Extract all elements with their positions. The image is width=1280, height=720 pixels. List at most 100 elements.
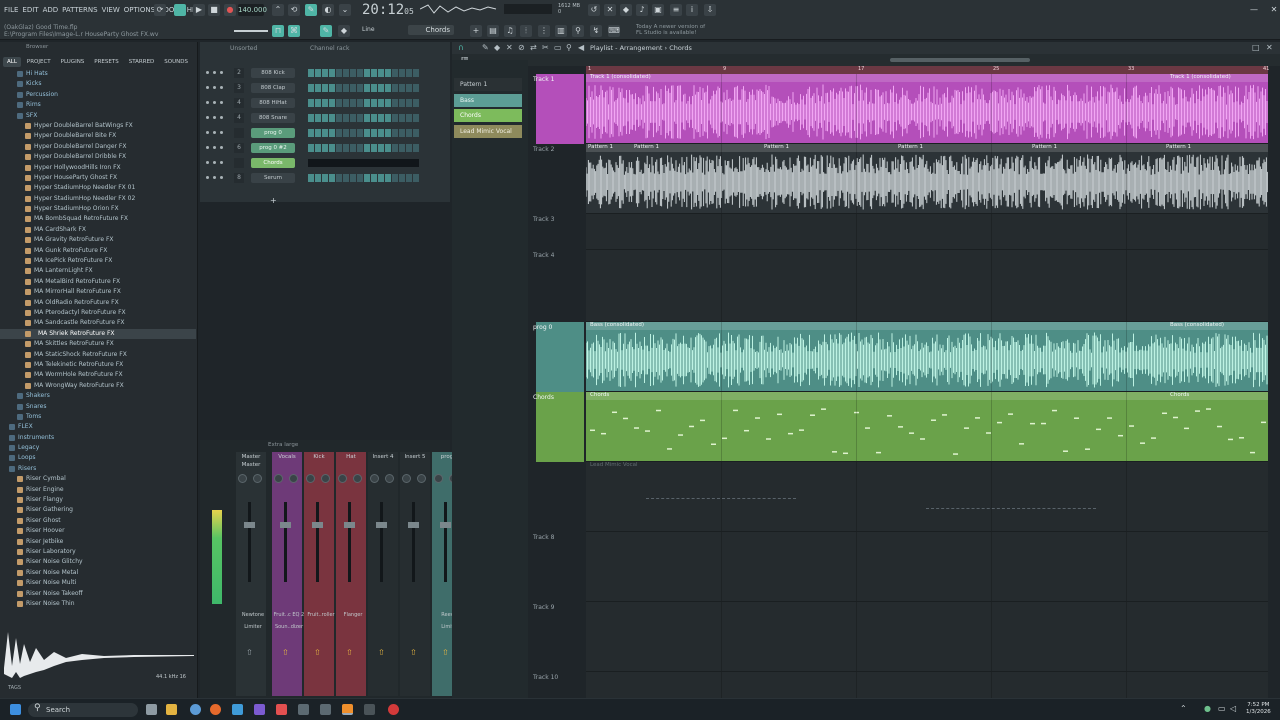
step-button[interactable] [336, 159, 342, 167]
pattern-item[interactable]: Chords [454, 109, 522, 122]
browser-file[interactable]: MA OldRadio RetroFuture FX [0, 298, 196, 308]
channel-toggle-icon[interactable] [220, 101, 223, 104]
step-button[interactable] [308, 114, 314, 122]
step-button[interactable] [343, 114, 349, 122]
channel-toggle-icon[interactable] [206, 176, 209, 179]
track-header[interactable]: Track 9 [533, 604, 583, 611]
browser-folder[interactable]: Instruments [0, 433, 196, 443]
step-button[interactable] [329, 129, 335, 137]
track-header[interactable]: Track 3 [533, 216, 583, 223]
menu-options[interactable]: OPTIONS [124, 6, 155, 14]
app-icon-3[interactable] [276, 704, 287, 715]
step-button[interactable] [378, 174, 384, 182]
browser-file[interactable]: Riser Noise Multi [0, 578, 196, 588]
volume-fader[interactable] [444, 502, 447, 582]
browser-tab-plugins[interactable]: PLUGINS [57, 57, 89, 67]
step-button[interactable] [336, 114, 342, 122]
browser-file[interactable]: MA MirrorHall RetroFuture FX [0, 287, 196, 297]
app-icon-1[interactable] [232, 704, 243, 715]
browser-file[interactable]: Riser Noise Metal [0, 568, 196, 578]
browser-tab-project[interactable]: PROJECT [23, 57, 55, 67]
fl-studio-icon[interactable] [342, 704, 353, 715]
step-button[interactable] [399, 159, 405, 167]
route-arrow-icon[interactable]: ⇧ [442, 648, 449, 657]
step-button[interactable] [392, 174, 398, 182]
channel-toggle-icon[interactable] [220, 131, 223, 134]
step-button[interactable] [357, 174, 363, 182]
step-button[interactable] [322, 144, 328, 152]
step-button[interactable] [371, 174, 377, 182]
pattern-selector[interactable]: Chords [408, 25, 454, 35]
step-button[interactable] [308, 129, 314, 137]
step-button[interactable] [406, 84, 412, 92]
step-button[interactable] [406, 114, 412, 122]
step-button[interactable] [371, 129, 377, 137]
plus-icon[interactable]: + [470, 25, 482, 37]
save-icon[interactable]: ▣ [652, 4, 664, 16]
browser-folder[interactable]: Hi Hats [0, 69, 196, 79]
track-header-color[interactable] [536, 392, 584, 462]
channel-mixer-track[interactable]: 4 [234, 98, 244, 108]
browser-file[interactable]: Riser Laboratory [0, 547, 196, 557]
track-header-color[interactable] [536, 74, 584, 144]
step-button[interactable] [322, 129, 328, 137]
browser-file[interactable]: MA Sandcastle RetroFuture FX [0, 318, 196, 328]
browser-file[interactable]: Hyper DoubleBarrel BatWings FX [0, 121, 196, 131]
route-arrow-icon[interactable]: ⇧ [282, 648, 289, 657]
browser-folder[interactable]: Percussion [0, 90, 196, 100]
step-button[interactable] [336, 144, 342, 152]
step-button[interactable] [315, 84, 321, 92]
clip-label[interactable]: Pattern 1 [1166, 144, 1191, 150]
browser-folder[interactable]: Shakers [0, 391, 196, 401]
step-button[interactable] [308, 69, 314, 77]
step-button[interactable] [343, 69, 349, 77]
snap-magnet-icon[interactable]: ⊓ [272, 25, 284, 37]
step-button[interactable] [413, 114, 419, 122]
tray-chevron-icon[interactable]: ⌃ [1180, 704, 1187, 713]
track-header[interactable]: Track 1 [533, 76, 583, 83]
channel-toggle-icon[interactable] [213, 116, 216, 119]
step-button[interactable] [413, 174, 419, 182]
browser-folder[interactable]: SFX [0, 111, 196, 121]
step-button[interactable] [364, 144, 370, 152]
pattern-item[interactable]: Bass [454, 93, 522, 107]
plugin-db-icon[interactable]: ⚲ [572, 25, 584, 37]
clip-label[interactable]: Pattern 1 [634, 144, 659, 150]
browser-file[interactable]: Hyper DoubleBarrel Bite FX [0, 131, 196, 141]
volume-icon[interactable]: ◁ [1230, 704, 1236, 713]
volume-fader[interactable] [248, 502, 251, 582]
step-button[interactable] [399, 84, 405, 92]
track-lane[interactable]: Chords Chords [586, 392, 1268, 462]
browser-file[interactable]: Hyper DoubleBarrel Danger FX [0, 142, 196, 152]
step-button[interactable] [308, 144, 314, 152]
network-icon[interactable]: ▭ [1218, 704, 1226, 713]
browser-folder[interactable]: Risers [0, 464, 196, 474]
step-button[interactable] [392, 69, 398, 77]
channel-toggle-icon[interactable] [213, 176, 216, 179]
channel-row[interactable]: 8 Serum [200, 171, 450, 185]
step-button[interactable] [322, 174, 328, 182]
mute-icon[interactable]: ⊘ [518, 43, 525, 52]
stereo-knob[interactable] [385, 474, 394, 483]
app-icon-6[interactable] [388, 704, 399, 715]
step-button[interactable] [308, 99, 314, 107]
mixer-strip[interactable]: Insert 5 ⇧ [400, 452, 430, 696]
minimize-icon[interactable]: — [1248, 4, 1260, 16]
step-button[interactable] [371, 84, 377, 92]
pan-knob[interactable] [370, 474, 379, 483]
track-lane[interactable] [586, 250, 1268, 322]
step-button[interactable] [406, 144, 412, 152]
stereo-knob[interactable] [353, 474, 362, 483]
mixer-icon[interactable]: ≡ [670, 4, 682, 16]
step-button[interactable] [399, 174, 405, 182]
pan-knob[interactable] [238, 474, 247, 483]
step-button[interactable] [399, 144, 405, 152]
stereo-knob[interactable] [253, 474, 262, 483]
tray-clock[interactable]: 7:52 PM 1/3/2026 [1246, 702, 1271, 716]
fader-handle[interactable] [344, 522, 355, 528]
tempo-tapper-icon[interactable]: ↯ [590, 25, 602, 37]
step-button[interactable] [329, 144, 335, 152]
step-sequencer[interactable] [308, 99, 419, 107]
step-button[interactable] [350, 174, 356, 182]
windows-start-icon[interactable] [10, 704, 21, 715]
